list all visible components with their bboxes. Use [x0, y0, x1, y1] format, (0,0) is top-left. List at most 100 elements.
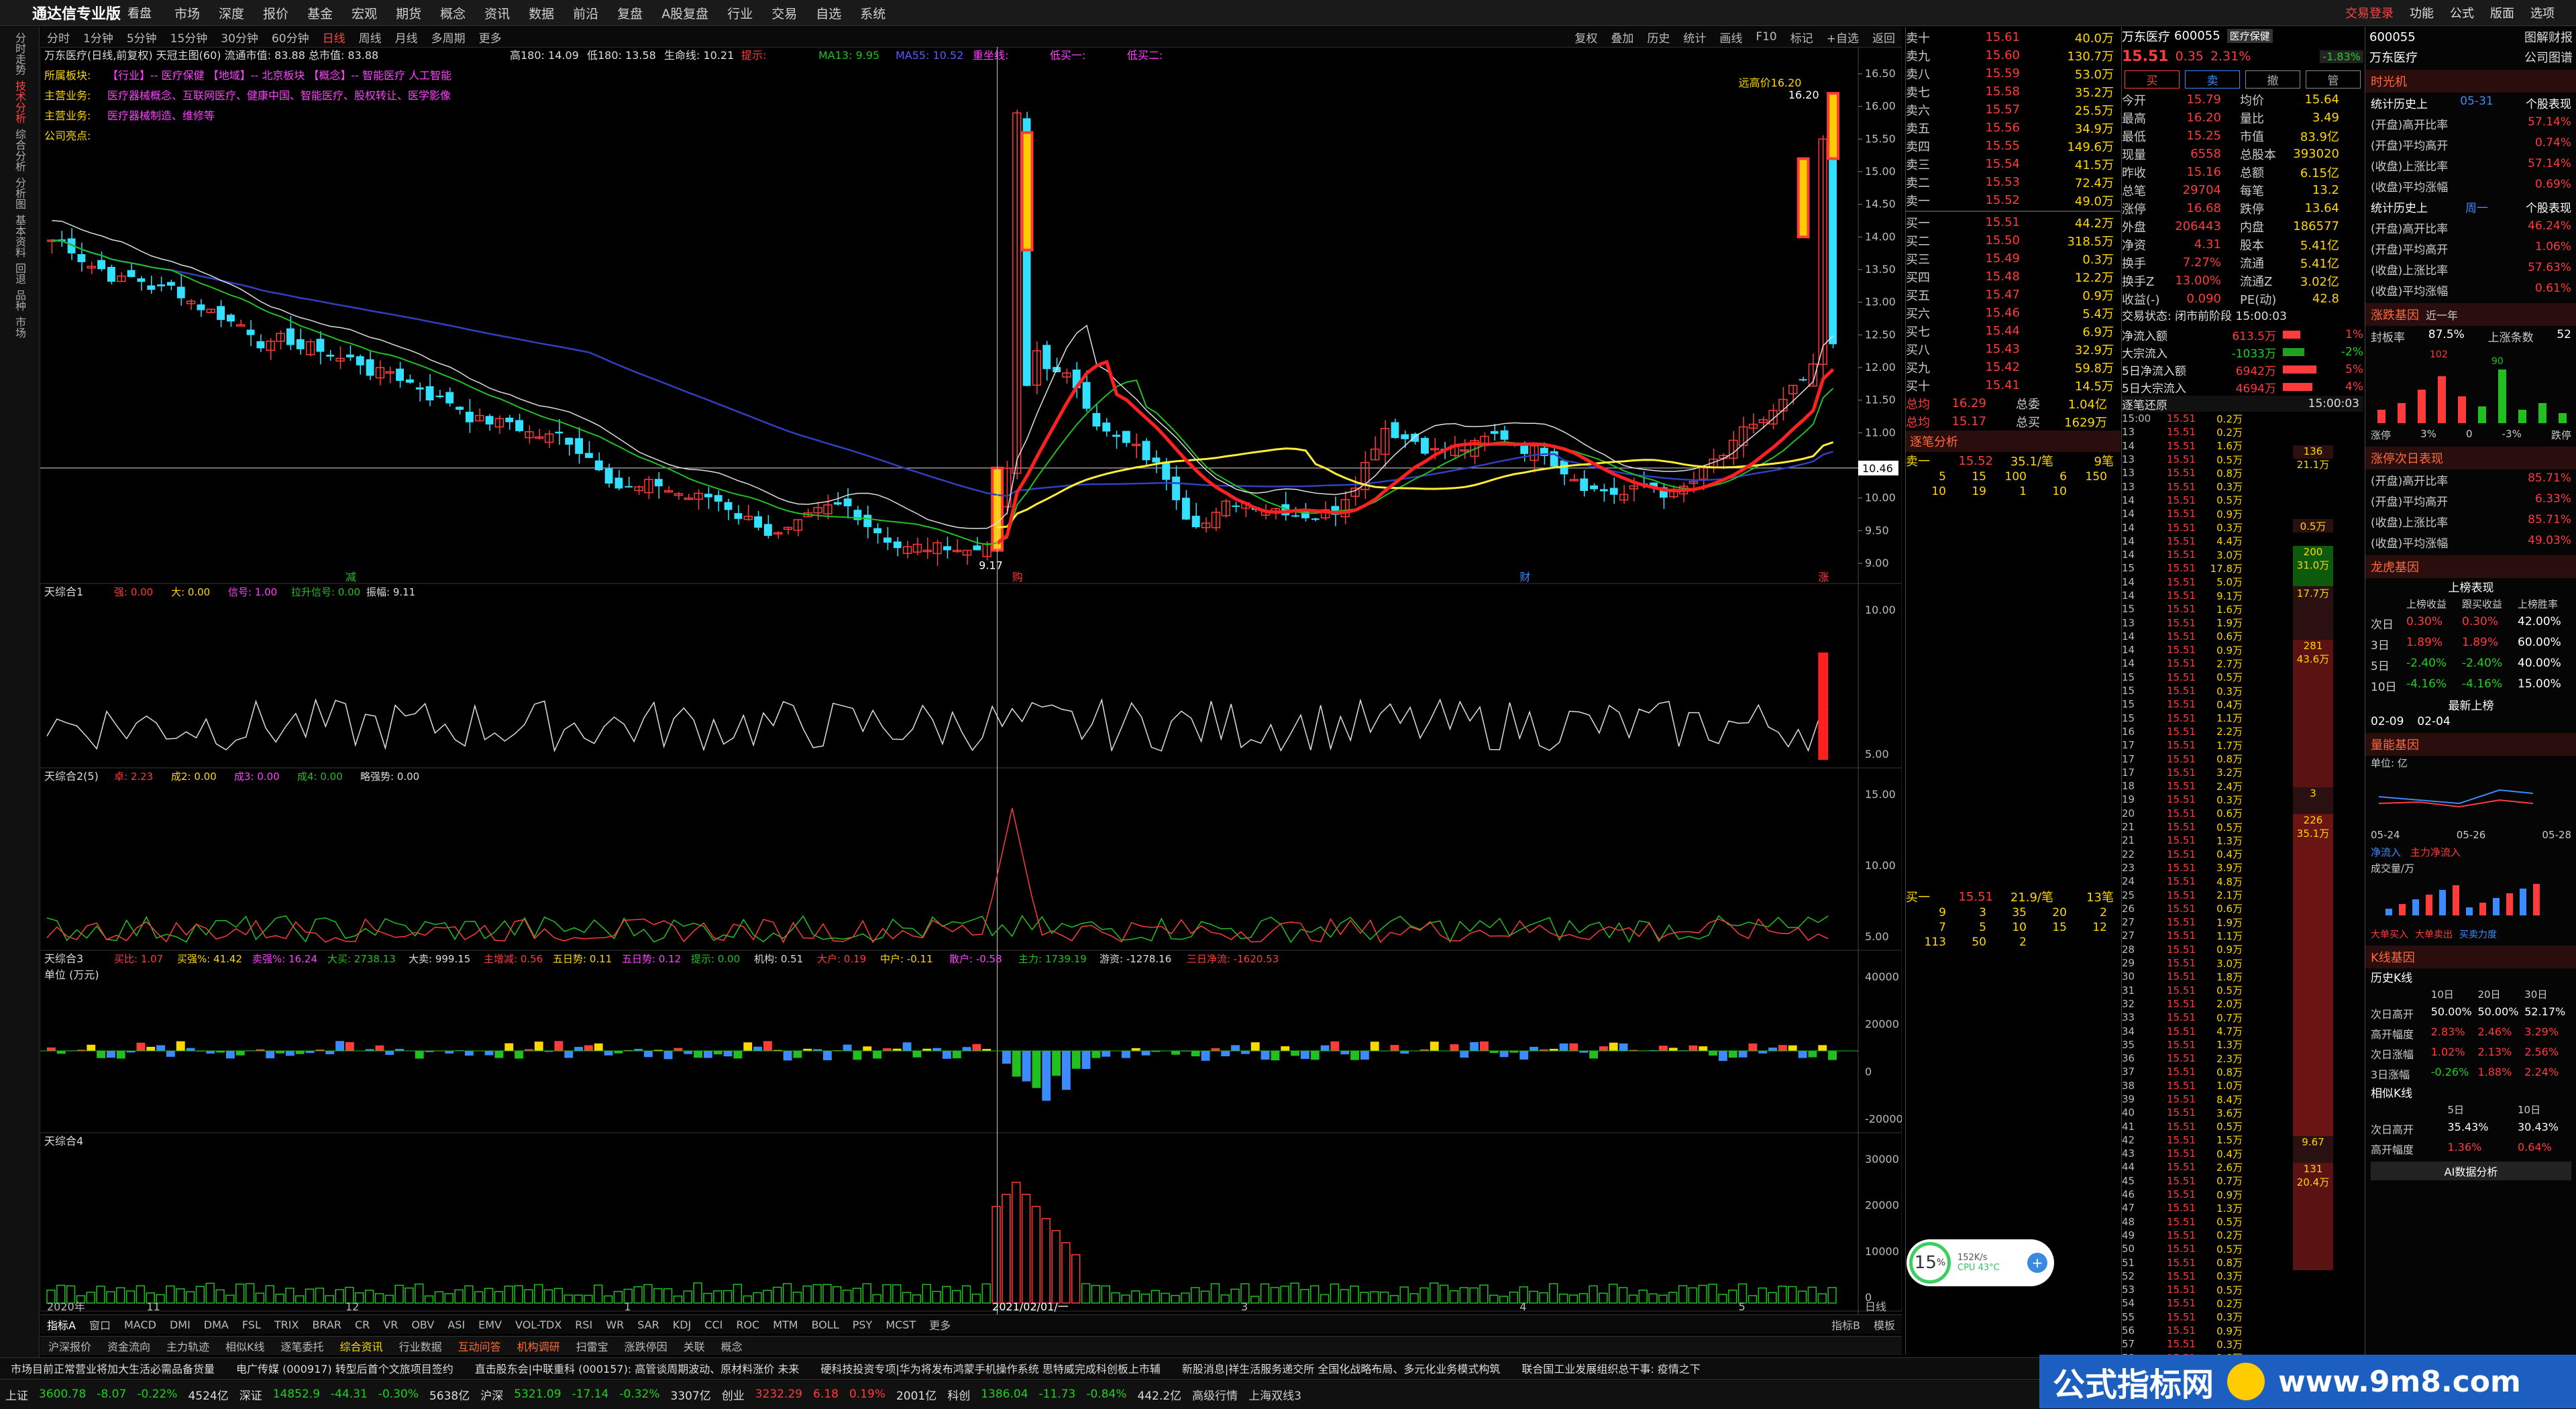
- period-tab-6[interactable]: 日线: [323, 29, 345, 46]
- menu-item-4[interactable]: 宏观: [352, 4, 377, 22]
- cpu-plus-icon[interactable]: +: [2027, 1253, 2047, 1273]
- menu-item-1[interactable]: 深度: [219, 4, 244, 22]
- bid-row[interactable]: 买十15.4114.5万: [1906, 376, 2121, 394]
- menu-item-7[interactable]: 资讯: [484, 4, 510, 22]
- indicator-panel-4[interactable]: 天综合43000020000100000: [44, 1135, 1899, 1304]
- ask-row[interactable]: 卖五15.5634.9万: [1906, 119, 2121, 137]
- indicator-tab-20[interactable]: MTM: [773, 1318, 798, 1331]
- rp-link-1[interactable]: 公司图谱: [2524, 48, 2573, 66]
- left-nav-5[interactable]: 回退: [11, 263, 28, 284]
- menu-item-14[interactable]: 自选: [816, 4, 841, 22]
- period-tab-7[interactable]: 周线: [359, 29, 382, 46]
- period-tab-2[interactable]: 5分钟: [127, 29, 157, 46]
- app-subtitle[interactable]: 看盘: [127, 4, 152, 21]
- top-right-item-2[interactable]: 公式: [2450, 4, 2474, 21]
- rp-section-sec4[interactable]: 龙虎基因: [2365, 555, 2576, 578]
- kline-chart[interactable]: 万东医疗(日线,前复权) 天冠主图(60) 流通市值: 83.88 总市值: 8…: [40, 47, 1902, 1314]
- indicator-tab-right-0[interactable]: 指标B: [1831, 1316, 1860, 1333]
- trade-tab-2[interactable]: 撤: [2245, 70, 2300, 89]
- ask-row[interactable]: 卖七15.5835.2万: [1906, 82, 2121, 101]
- indicator-tab-9[interactable]: VR: [383, 1318, 398, 1331]
- indicator-panel-2[interactable]: 天综合2(5)卓: 2.23成2: 0.00成3: 0.00成4: 0.00略强…: [44, 770, 1896, 943]
- ai-button[interactable]: AI数据分析: [2371, 1162, 2571, 1180]
- rp-link-0[interactable]: 图解财报: [2524, 28, 2573, 46]
- indicator-tab-14[interactable]: RSI: [575, 1318, 592, 1331]
- indicator-tab-12[interactable]: EMV: [478, 1318, 502, 1331]
- left-nav-3[interactable]: 分析图: [11, 177, 28, 209]
- toolbar-btn-8[interactable]: 返回: [1872, 29, 1895, 46]
- index-name-4[interactable]: 科创: [947, 1386, 970, 1403]
- indicator-tab-17[interactable]: KDJ: [673, 1318, 692, 1331]
- bottom-tab-5[interactable]: 综合资讯: [340, 1338, 383, 1354]
- hist-date[interactable]: 05-31: [2460, 95, 2493, 111]
- indicator-tab-13[interactable]: VOL-TDX: [515, 1318, 561, 1331]
- latest-date[interactable]: 02-04: [2417, 715, 2450, 728]
- menu-item-6[interactable]: 概念: [440, 4, 466, 22]
- indicator-tab-10[interactable]: OBV: [411, 1318, 434, 1331]
- period-tab-4[interactable]: 30分钟: [221, 29, 258, 46]
- menu-item-8[interactable]: 数据: [529, 4, 554, 22]
- ask-row[interactable]: 卖六15.5725.5万: [1906, 101, 2121, 119]
- event-marker[interactable]: 财: [1519, 571, 1530, 583]
- toolbar-btn-3[interactable]: 统计: [1683, 29, 1706, 46]
- indicator-tab-19[interactable]: ROC: [736, 1318, 759, 1331]
- bid-row[interactable]: 买四15.4812.2万: [1906, 268, 2121, 286]
- indicator-tab-1[interactable]: 窗口: [89, 1316, 111, 1333]
- toolbar-btn-0[interactable]: 复权: [1574, 29, 1597, 46]
- left-nav-4[interactable]: 基本资料: [11, 215, 28, 258]
- menu-item-13[interactable]: 交易: [771, 4, 797, 22]
- bottom-tab-0[interactable]: 沪深报价: [48, 1338, 91, 1354]
- bid-row[interactable]: 买六15.465.4万: [1906, 304, 2121, 322]
- ticker-item-5[interactable]: 联合国工业发展组织总干事: 疫情之下: [1521, 1360, 1700, 1376]
- toolbar-btn-7[interactable]: +自选: [1827, 29, 1859, 46]
- indicator-tab-11[interactable]: ASI: [447, 1318, 465, 1331]
- latest-date[interactable]: 02-09: [2371, 715, 2404, 728]
- period-tab-0[interactable]: 分时: [47, 29, 70, 46]
- left-nav-2[interactable]: 综合分析: [11, 129, 28, 172]
- ticker-item-0[interactable]: 市场目前正常营业将加大生活必需品备货量: [11, 1360, 215, 1376]
- bottom-tab-2[interactable]: 主力轨迹: [166, 1338, 209, 1354]
- bottom-tab-11[interactable]: 关联: [684, 1338, 705, 1354]
- indicator-tab-18[interactable]: CCI: [704, 1318, 722, 1331]
- ask-row[interactable]: 卖三15.5441.5万: [1906, 155, 2121, 173]
- indicator-tab-2[interactable]: MACD: [124, 1318, 156, 1331]
- menu-item-9[interactable]: 前沿: [573, 4, 598, 22]
- indicator-tab-0[interactable]: 指标A: [47, 1316, 76, 1333]
- sector-name[interactable]: 医疗保健: [2227, 29, 2273, 43]
- indicator-tab-6[interactable]: TRIX: [274, 1318, 299, 1331]
- period-tab-9[interactable]: 多周期: [431, 29, 466, 46]
- index-name-3[interactable]: 创业: [722, 1386, 745, 1403]
- trade-tab-1[interactable]: 卖: [2185, 70, 2240, 89]
- left-nav-6[interactable]: 品种: [11, 290, 28, 311]
- bid-row[interactable]: 买三15.490.3万: [1906, 249, 2121, 268]
- indicator-tab-3[interactable]: DMI: [170, 1318, 191, 1331]
- indicator-tab-23[interactable]: MCST: [885, 1318, 916, 1331]
- period-tab-8[interactable]: 月线: [395, 29, 418, 46]
- indicator-tab-15[interactable]: WR: [606, 1318, 624, 1331]
- top-right-item-4[interactable]: 选项: [2530, 4, 2555, 21]
- indicator-tab-right-1[interactable]: 模板: [1874, 1316, 1895, 1333]
- left-nav-0[interactable]: 分时走势: [11, 32, 28, 75]
- event-marker[interactable]: 减: [345, 571, 356, 583]
- cpu-widget[interactable]: 15% 152K/s CPU 43°C +: [1907, 1239, 2054, 1286]
- bottom-tab-1[interactable]: 资金流向: [107, 1338, 150, 1354]
- period-tab-5[interactable]: 60分钟: [272, 29, 309, 46]
- toolbar-btn-5[interactable]: F10: [1756, 30, 1776, 44]
- rp-section-sec3[interactable]: 涨停次日表现: [2365, 447, 2576, 469]
- menu-item-10[interactable]: 复盘: [617, 4, 643, 22]
- menu-item-15[interactable]: 系统: [860, 4, 885, 22]
- rp-section-sec6[interactable]: K线基因: [2365, 946, 2576, 968]
- bottom-tab-12[interactable]: 概念: [721, 1338, 743, 1354]
- trade-tab-3[interactable]: 管: [2306, 70, 2361, 89]
- top-right-item-3[interactable]: 版面: [2490, 4, 2514, 21]
- event-marker[interactable]: 涨: [1818, 571, 1829, 583]
- trade-tab-0[interactable]: 买: [2125, 70, 2180, 89]
- menu-item-0[interactable]: 市场: [174, 4, 200, 22]
- menu-item-5[interactable]: 期货: [396, 4, 421, 22]
- bid-row[interactable]: 买二15.50318.5万: [1906, 231, 2121, 249]
- indicator-panel-3[interactable]: 天综合3买比: 1.07买强%: 41.42卖强%: 16.24大买: 2738…: [40, 952, 1902, 1125]
- top-right-item-0[interactable]: 交易登录: [2345, 4, 2394, 21]
- indicator-tab-4[interactable]: DMA: [204, 1318, 229, 1331]
- top-right-item-1[interactable]: 功能: [2410, 4, 2434, 21]
- bottom-tab-3[interactable]: 相似K线: [225, 1338, 265, 1354]
